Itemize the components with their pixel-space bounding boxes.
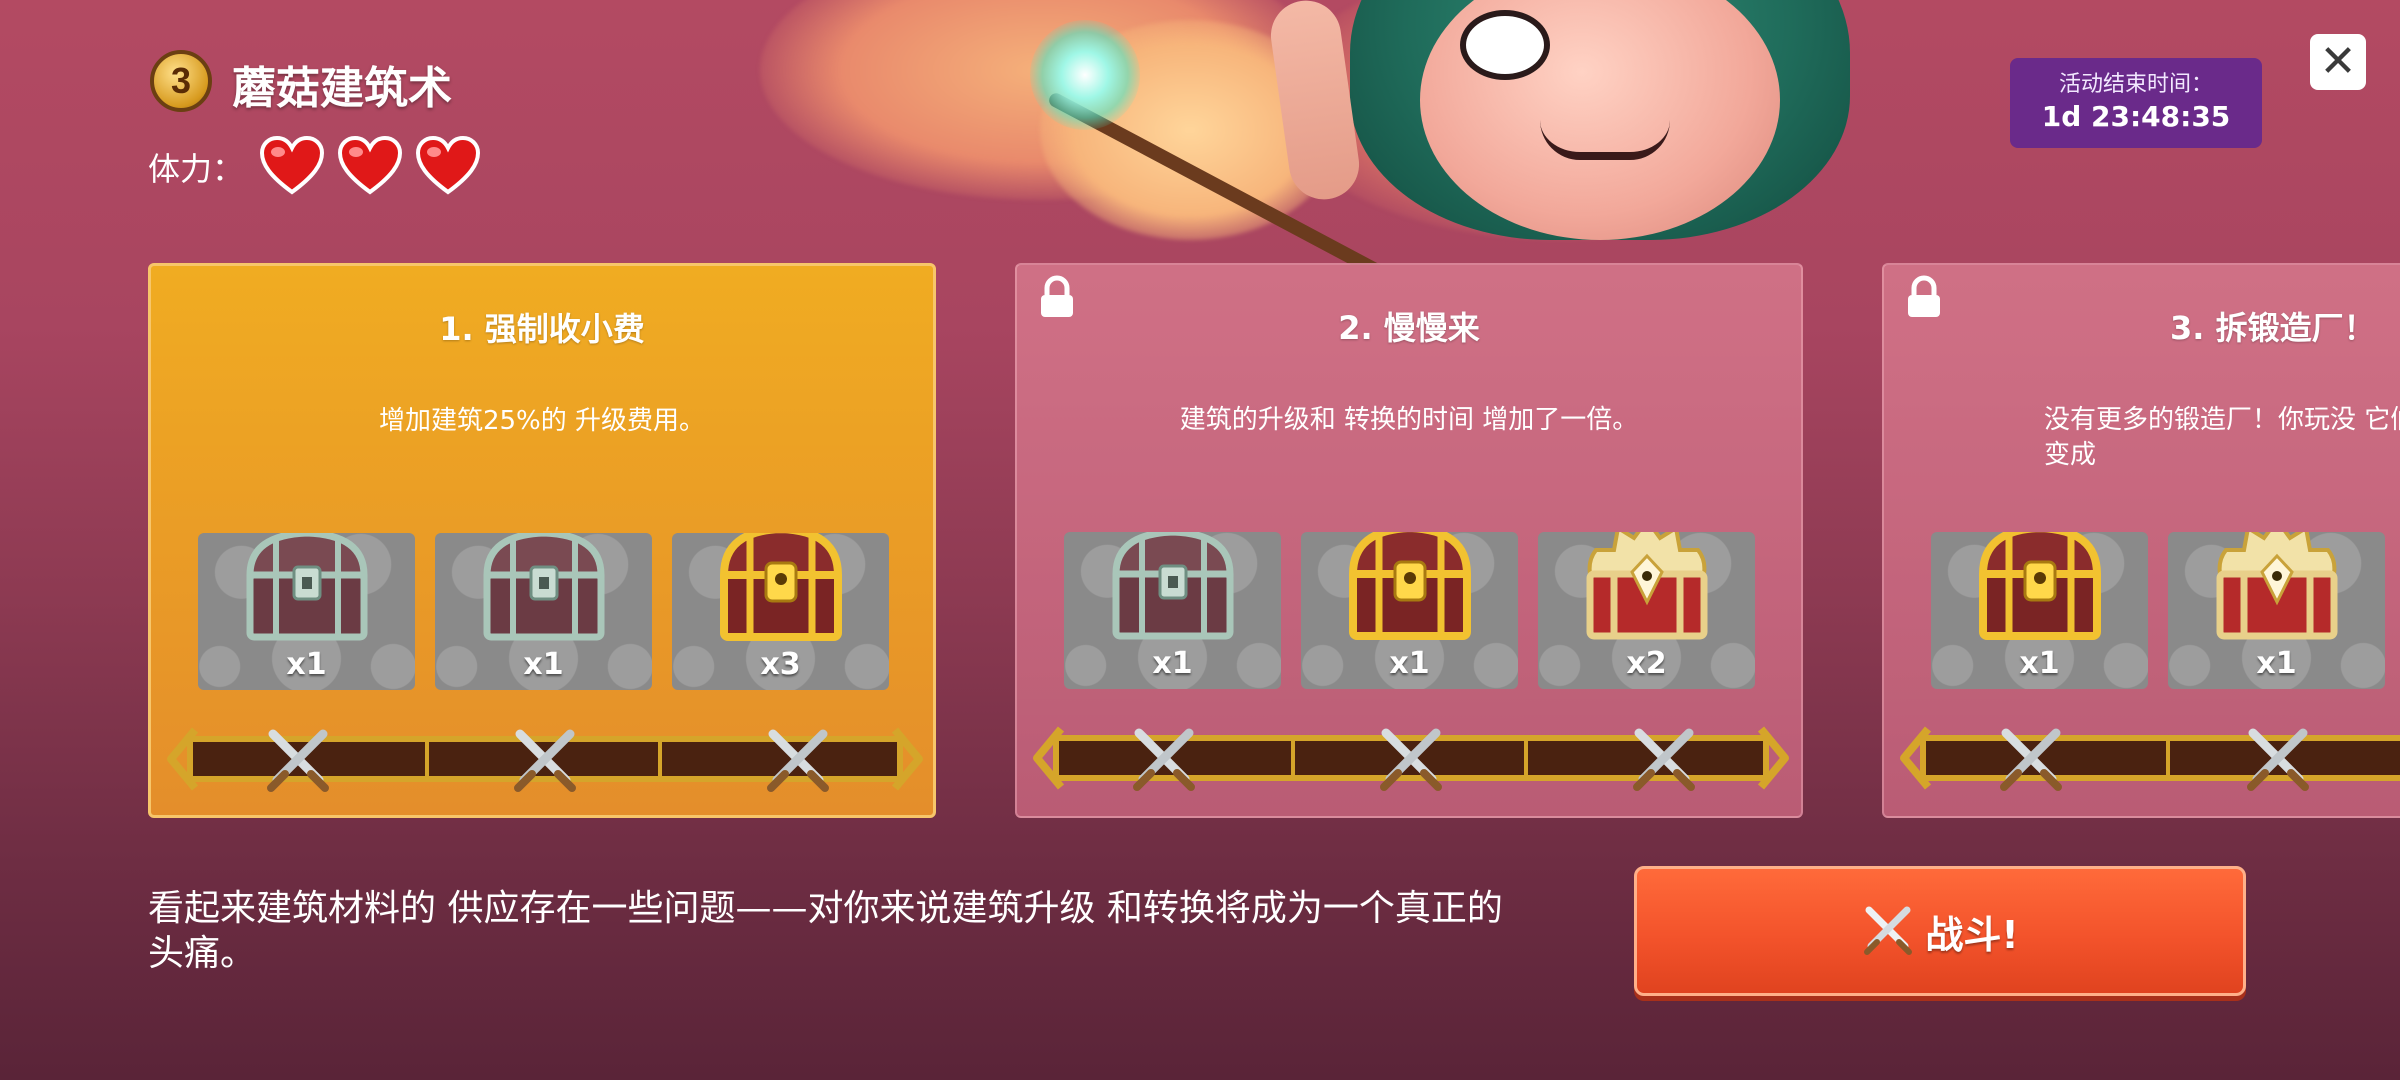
silver-chest-icon xyxy=(473,533,615,647)
bar-cap-left-icon xyxy=(1031,725,1065,791)
stage-title: 2. 慢慢来 xyxy=(1338,309,1480,347)
crossed-swords-icon xyxy=(1627,725,1701,791)
gold-chest-icon xyxy=(1969,532,2111,646)
stage-title: 1. 强制收小费 xyxy=(439,310,645,348)
stage-card-2[interactable]: 2. 慢慢来 建筑的升级和 转换的时间 增加了一倍。 x1 x1 x2 xyxy=(1015,263,1803,818)
close-icon: ✕ xyxy=(2319,36,2357,87)
reward-item[interactable]: x1 xyxy=(1064,532,1281,689)
reward-quantity: x1 xyxy=(286,647,327,682)
royal-chest-icon xyxy=(1576,532,1718,646)
fight-button-label: 战斗! xyxy=(1925,912,2019,957)
reward-quantity: x3 xyxy=(760,647,801,682)
stamina-label: 体力： xyxy=(148,150,245,188)
page-title: 蘑菇建筑术 xyxy=(232,63,452,114)
event-timer: 活动结束时间： 1d 23:48:35 xyxy=(2010,58,2262,148)
bar-cap-left-icon xyxy=(1898,725,1932,791)
crossed-swords-icon xyxy=(1994,725,2068,791)
royal-chest-icon xyxy=(2206,532,2348,646)
crossed-swords-icon xyxy=(1861,904,1915,958)
silver-chest-icon xyxy=(236,533,378,647)
stage-progress-bar xyxy=(1031,725,1791,791)
crossed-swords-icon xyxy=(2241,725,2315,791)
gold-chest-icon xyxy=(1339,532,1481,646)
story-text: 看起来建筑材料的 供应存在一些问题——对你来说建筑升级 和转换将成为一个真正的头… xyxy=(148,888,1503,974)
reward-quantity: x1 xyxy=(2019,646,2060,681)
timer-value: 1d 23:48:35 xyxy=(2041,100,2231,133)
reward-quantity: x1 xyxy=(2256,646,2297,681)
gold-chest-icon xyxy=(710,533,852,647)
silver-chest-icon xyxy=(1102,532,1244,646)
crossed-swords-icon xyxy=(761,726,835,792)
crossed-swords-icon xyxy=(1127,725,1201,791)
stage-title: 3. 拆锻造厂！ xyxy=(2170,309,2376,347)
stage-card-3[interactable]: 3. 拆锻造厂！ 没有更多的锻造厂！你玩没 它们。当被占据时，它们变成 x1 x… xyxy=(1882,263,2400,818)
heart-icon xyxy=(338,136,402,196)
bar-cap-right-icon xyxy=(891,726,925,792)
reward-item[interactable]: x1 xyxy=(198,533,415,690)
reward-item[interactable]: x3 xyxy=(672,533,889,690)
reward-quantity: x1 xyxy=(1389,646,1430,681)
reward-list: x1 x1 xyxy=(1931,532,2385,689)
reward-item[interactable]: x1 xyxy=(2168,532,2385,689)
reward-item[interactable]: x1 xyxy=(1931,532,2148,689)
heart-icon xyxy=(260,136,324,196)
bar-cap-left-icon xyxy=(165,726,199,792)
crossed-swords-icon xyxy=(508,726,582,792)
reward-list: x1 x1 x2 xyxy=(1064,532,1755,689)
level-badge: 3 xyxy=(150,50,212,112)
reward-quantity: x1 xyxy=(523,647,564,682)
reward-quantity: x2 xyxy=(1626,646,1667,681)
fight-button[interactable]: 战斗! xyxy=(1634,866,2246,996)
reward-item[interactable]: x1 xyxy=(435,533,652,690)
stage-progress-bar xyxy=(1898,725,2400,791)
timer-label: 活动结束时间： xyxy=(2058,72,2213,97)
stage-description: 没有更多的锻造厂！你玩没 它们。当被占据时，它们变成 xyxy=(2044,405,2400,471)
lock-icon xyxy=(1904,275,1944,319)
reward-item[interactable]: x1 xyxy=(1301,532,1518,689)
reward-item[interactable]: x2 xyxy=(1538,532,1755,689)
close-button[interactable]: ✕ xyxy=(2310,34,2366,90)
stamina-hearts xyxy=(260,136,480,196)
stage-description: 增加建筑25%的 升级费用。 xyxy=(378,406,706,436)
stage-progress-bar xyxy=(165,726,925,792)
bar-cap-right-icon xyxy=(1757,725,1791,791)
reward-list: x1 x1 x3 xyxy=(198,533,889,690)
heart-icon xyxy=(416,136,480,196)
reward-quantity: x1 xyxy=(1152,646,1193,681)
hero-character-art xyxy=(880,0,1880,265)
crossed-swords-icon xyxy=(1374,725,1448,791)
crossed-swords-icon xyxy=(261,726,335,792)
stage-description: 建筑的升级和 转换的时间 增加了一倍。 xyxy=(1179,405,1639,435)
stage-card-1[interactable]: 1. 强制收小费 增加建筑25%的 升级费用。 x1 x1 x3 xyxy=(148,263,936,818)
